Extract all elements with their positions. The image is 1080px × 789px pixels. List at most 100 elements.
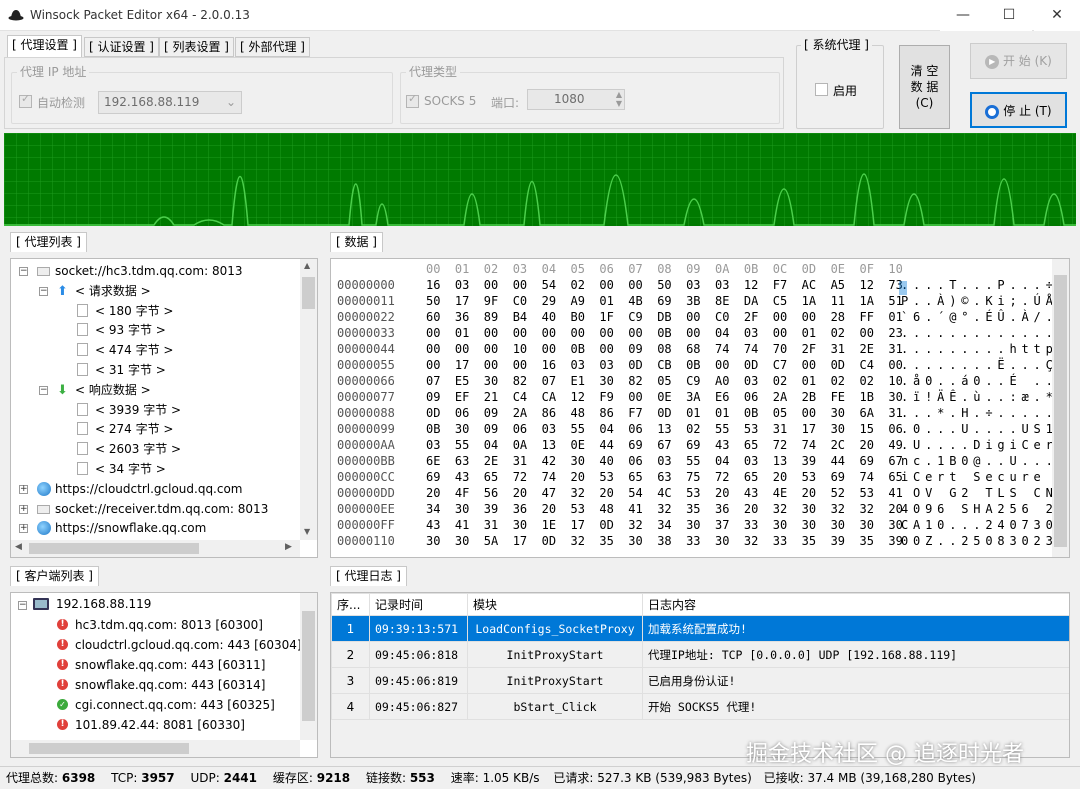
hex-bytes[interactable]: 20 4F 56 20 47 32 20 54 4C 53 20 43 4E 2… <box>426 485 903 501</box>
hex-ascii[interactable]: . ï ! Ä Ê . ù . . : æ . * + þ . 0 <box>901 389 1069 405</box>
close-button[interactable]: ✕ <box>1034 0 1080 31</box>
hex-view[interactable]: 00 01 02 03 04 05 06 07 08 09 0A 0B 0C 0… <box>330 258 1070 558</box>
hex-ascii[interactable]: O V G 2 T L S C N R S A <box>901 485 1069 501</box>
proxy-tree-item[interactable]: < 3939 字节 > <box>95 400 181 420</box>
proxy-ip-select[interactable]: 192.168.88.119 ⌄ <box>98 91 242 114</box>
client-vscroll[interactable] <box>300 593 317 740</box>
port-input[interactable]: 1080 ▲ ▼ <box>527 89 625 110</box>
collapse-icon[interactable]: − <box>19 267 28 276</box>
proxy-tree-item[interactable]: < 2603 字节 > <box>95 439 181 459</box>
hex-bytes[interactable]: 0B 30 09 06 03 55 04 06 13 02 55 53 31 1… <box>426 421 903 437</box>
client-item[interactable]: hc3.tdm.qq.com: 8013 [60300] <box>75 615 263 635</box>
client-hscroll[interactable] <box>11 740 300 757</box>
proxy-tree-item[interactable]: < 93 字节 > <box>95 320 166 340</box>
proxy-tree-item[interactable]: https://snowflake.qq.com <box>55 518 206 538</box>
maximize-button[interactable]: ☐ <box>986 0 1032 31</box>
log-col-msg[interactable]: 日志内容 <box>642 593 1069 616</box>
hex-bytes[interactable]: 30 30 5A 17 0D 32 35 30 38 33 30 32 33 3… <box>426 533 903 549</box>
spin-arrows-icon[interactable]: ▲ ▼ <box>616 90 622 108</box>
tab-external-proxy[interactable]: [ 外部代理 ] <box>235 37 310 57</box>
hex-ascii[interactable]: 4 0 9 6 S H A 2 5 6 2 0 2 2 <box>901 501 1069 517</box>
proxy-tree-item[interactable]: < 31 字节 > <box>95 360 166 380</box>
hex-ascii[interactable]: . . . . . . . . . h t t p / 1 . 1 <box>901 341 1069 357</box>
log-col-time[interactable]: 记录时间 <box>369 593 468 616</box>
minimize-button-visible[interactable]: — <box>940 0 986 31</box>
hex-ascii[interactable]: . . . . T . . . P . . . ÷ ¬ ¥ . s <box>901 277 1069 293</box>
hscroll-thumb[interactable] <box>29 543 199 554</box>
scroll-up-icon[interactable]: ▲ <box>304 261 310 270</box>
log-table-container: 序... 记录时间 模块 日志内容 1 09:39:13:571 LoadConfi… <box>330 592 1070 758</box>
client-item[interactable]: 101.89.42.44: 8081 [60330] <box>75 715 245 735</box>
log-row[interactable]: 2 09:45:06:818 InitProxyStart 代理IP地址: TCP [… <box>331 641 1069 668</box>
hex-ascii[interactable]: . U . . . . D i g i C e r t , I <box>901 437 1069 453</box>
expand-icon[interactable]: + <box>19 484 28 494</box>
hex-ascii[interactable]: . . . * . H . ÷ . . . . . . 0 j 1 <box>901 405 1069 421</box>
hex-ascii[interactable]: . å 0 . . á 0 . . É . . . . . . <box>901 373 1069 389</box>
proxy-tree-item[interactable]: < 请求数据 > <box>75 281 151 301</box>
hex-bytes[interactable]: 43 41 31 30 1E 17 0D 32 34 30 37 33 30 3… <box>426 517 903 533</box>
proxy-tree-item[interactable]: socket://hc3.tdm.qq.com: 8013 <box>55 261 242 281</box>
log-row[interactable]: 1 09:39:13:571 LoadConfigs_SocketProxy 加载系统… <box>331 615 1069 642</box>
proxy-tree-hscroll[interactable]: ◀ ▶ <box>11 540 300 557</box>
proxy-tree-item[interactable]: < 274 字节 > <box>95 419 173 439</box>
hex-ascii[interactable]: C A 1 0 . . . 2 4 0 7 3 0 0 0 0 0 <box>901 517 1069 533</box>
stop-button[interactable]: 停 止 (T) <box>970 92 1067 128</box>
log-col-no[interactable]: 序... <box>331 593 370 616</box>
hex-bytes[interactable]: 60 36 89 B4 40 B0 1F C9 DB 00 C0 2F 00 0… <box>426 309 903 325</box>
scroll-right-icon[interactable]: ▶ <box>285 542 292 552</box>
hex-ascii[interactable]: n c . 1 B 0 @ . . U . . . 9 D i g <box>901 453 1069 469</box>
hex-bytes[interactable]: 00 17 00 00 16 03 03 0D CB 0B 00 0D C7 0… <box>426 357 903 373</box>
hex-scroll-thumb[interactable] <box>1054 275 1067 547</box>
proxy-tree-vscroll[interactable]: ▲ ▼ <box>300 259 317 540</box>
expand-icon[interactable]: + <box>19 524 28 534</box>
hex-ascii[interactable]: . 0 . . . U . . . . U S 1 . 0 . . <box>901 421 1069 437</box>
log-row[interactable]: 4 09:45:06:827 bStart_Click 开始 SOCKS5 代理! <box>331 693 1069 720</box>
hex-ascii[interactable]: . . . . . . . . . . . . . . . . # <box>901 325 1069 341</box>
proxy-tree-item[interactable]: < 响应数据 > <box>75 380 151 400</box>
tab-list-settings[interactable]: [ 列表设置 ] <box>159 37 234 57</box>
hex-bytes[interactable]: 6E 63 2E 31 42 30 40 06 03 55 04 03 13 3… <box>426 453 903 469</box>
client-item[interactable]: snowflake.qq.com: 443 [60311] <box>75 655 265 675</box>
client-root-label[interactable]: 192.168.88.119 <box>56 597 151 611</box>
collapse-icon[interactable]: − <box>39 385 48 395</box>
hex-vscroll[interactable] <box>1052 259 1069 557</box>
hex-bytes[interactable]: 34 30 39 36 20 53 48 41 32 35 36 20 32 3… <box>426 501 903 517</box>
proxy-tree-item[interactable]: < 34 字节 > <box>95 459 166 479</box>
hex-bytes[interactable]: 03 55 04 0A 13 0E 44 69 67 69 43 65 72 7… <box>426 437 903 453</box>
proxy-tree-item[interactable]: < 180 字节 > <box>95 301 173 321</box>
hex-ascii[interactable]: . . . . . . . . Ë . . . Ç . . Ä . <box>901 357 1069 373</box>
hex-bytes[interactable]: 00 01 00 00 00 00 00 00 0B 00 04 03 00 0… <box>426 325 903 341</box>
clear-data-button[interactable]: 清 空 数 据 (C) <box>899 45 950 129</box>
hex-bytes[interactable]: 09 EF 21 C4 CA 12 F9 00 0E 3A E6 06 2A 2… <box>426 389 903 405</box>
hex-offset: 00000011 <box>337 294 395 308</box>
tab-proxy-settings[interactable]: [ 代理设置 ] <box>7 35 82 59</box>
tab-auth-settings[interactable]: [ 认证设置 ] <box>84 37 159 57</box>
system-proxy-checkbox[interactable] <box>815 83 828 96</box>
hex-bytes[interactable]: 50 17 9F C0 29 A9 01 4B 69 3B 8E DA C5 1… <box>426 293 903 309</box>
client-item[interactable]: cgi.connect.qq.com: 443 [60325] <box>75 695 275 715</box>
hex-ascii[interactable]: i C e r t S e c u r e S i t e <box>901 469 1069 485</box>
scroll-thumb[interactable] <box>302 277 315 309</box>
scroll-down-icon[interactable]: ▼ <box>304 527 310 536</box>
client-scroll-thumb[interactable] <box>302 611 315 721</box>
hex-bytes[interactable]: 07 E5 30 82 07 E1 30 82 05 C9 A0 03 02 0… <box>426 373 903 389</box>
collapse-icon[interactable]: − <box>18 601 27 610</box>
hex-bytes[interactable]: 16 03 00 00 54 02 00 00 50 03 03 12 F7 A… <box>426 277 903 293</box>
scroll-left-icon[interactable]: ◀ <box>15 542 22 552</box>
hex-bytes[interactable]: 69 43 65 72 74 20 53 65 63 75 72 65 20 5… <box>426 469 903 485</box>
client-item[interactable]: snowflake.qq.com: 443 [60314] <box>75 675 265 695</box>
hex-ascii[interactable]: P . . À ) © . K i ; . Ú Å . . . Q <box>901 293 1069 309</box>
log-row[interactable]: 3 09:45:06:819 InitProxyStart 已启用身份认证! <box>331 667 1069 694</box>
hex-ascii[interactable]: ` 6 . ´ @ ° . É Û . À / . . ( ÿ . <box>901 309 1069 325</box>
client-hscroll-thumb[interactable] <box>29 743 189 754</box>
collapse-icon[interactable]: − <box>39 286 48 296</box>
hex-bytes[interactable]: 0D 06 09 2A 86 48 86 F7 0D 01 01 0B 05 0… <box>426 405 903 421</box>
proxy-tree-item[interactable]: socket://receiver.tdm.qq.com: 8013 <box>55 499 268 519</box>
hex-ascii[interactable]: 0 0 Z . . 2 5 0 8 3 0 2 3 5 9 5 9 <box>901 533 1069 549</box>
log-col-module[interactable]: 模块 <box>467 593 643 616</box>
expand-icon[interactable]: + <box>19 504 28 514</box>
client-item[interactable]: cloudctrl.gcloud.qq.com: 443 [60304] <box>75 635 302 655</box>
proxy-tree-item[interactable]: https://cloudctrl.gcloud.qq.com <box>55 479 243 499</box>
hex-bytes[interactable]: 00 00 00 10 00 0B 00 09 08 68 74 74 70 2… <box>426 341 903 357</box>
proxy-tree-item[interactable]: < 474 字节 > <box>95 340 173 360</box>
